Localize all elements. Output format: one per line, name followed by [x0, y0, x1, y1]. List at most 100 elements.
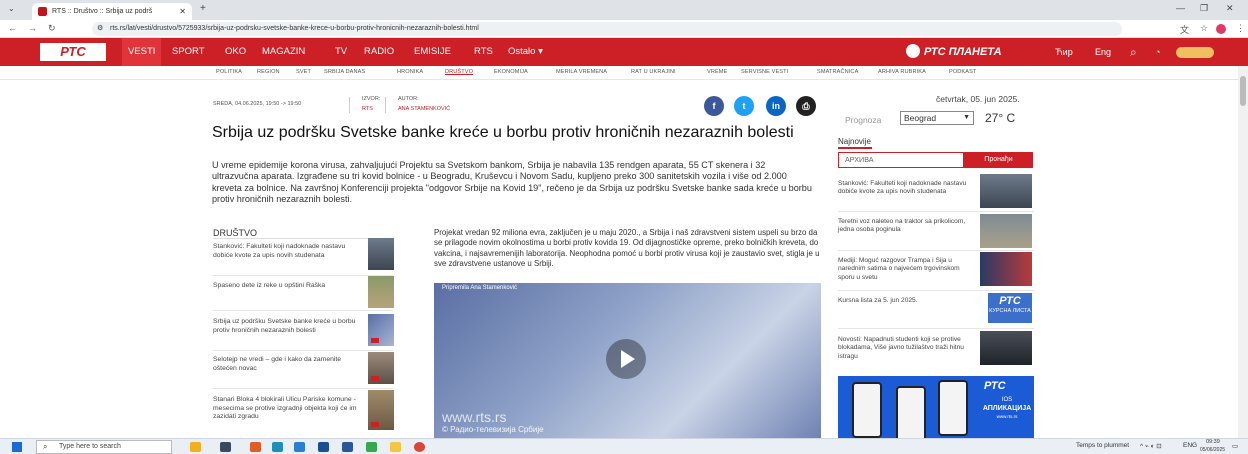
- nav-tv[interactable]: TV: [335, 38, 347, 66]
- new-tab-button[interactable]: +: [200, 3, 206, 14]
- app-icon[interactable]: [366, 442, 377, 452]
- archive-search-button[interactable]: Пронађи: [964, 152, 1033, 168]
- latest-item[interactable]: Teretni voz naleteo na traktor sa prikol…: [838, 218, 976, 235]
- word-icon[interactable]: [342, 442, 353, 452]
- related-thumbnail[interactable]: [368, 390, 394, 430]
- app-icon[interactable]: [318, 442, 329, 452]
- subnav-smatracnica[interactable]: SMATRAČNICA: [817, 69, 858, 75]
- clock-date[interactable]: 05/06/2025: [1200, 447, 1225, 453]
- rts-logo[interactable]: РТС: [40, 43, 106, 61]
- related-thumbnail[interactable]: [368, 352, 394, 384]
- reload-icon[interactable]: ↻: [48, 23, 56, 34]
- video-player[interactable]: Pripremila Ana Stamenković www.rts.rs © …: [434, 283, 821, 439]
- tab-close-icon[interactable]: ✕: [179, 3, 186, 20]
- tab-menu-icon[interactable]: ⌄: [8, 4, 15, 13]
- back-icon[interactable]: ←: [8, 23, 17, 33]
- bookmark-star-icon[interactable]: ☆: [1200, 23, 1208, 34]
- latest-thumbnail[interactable]: [980, 174, 1032, 208]
- clock-time[interactable]: 09:39: [1206, 439, 1220, 445]
- browser-tab[interactable]: RTS :: Društvo :: Srbija uz podrš ✕: [32, 3, 192, 20]
- input-language[interactable]: ENG: [1183, 442, 1197, 449]
- subnav-region[interactable]: REGION: [257, 69, 280, 75]
- rss-icon[interactable]: ◔: [1155, 38, 1160, 66]
- page-scrollbar[interactable]: [1238, 66, 1248, 438]
- browser-menu-icon[interactable]: ⋮: [1236, 23, 1245, 34]
- taskbar-search-input[interactable]: ⌕ Type here to search: [36, 440, 172, 454]
- forward-icon[interactable]: →: [28, 23, 37, 33]
- related-item[interactable]: Spaseno dete iz reke u opštini Raška: [213, 282, 363, 291]
- app-icon[interactable]: [294, 442, 305, 452]
- scrollbar-thumb[interactable]: [1240, 76, 1246, 106]
- play-icon[interactable]: [606, 339, 646, 379]
- url-input[interactable]: ⚙ rts.rs/lat/vesti/drustvo/5725933/srbij…: [92, 22, 1122, 36]
- latest-thumbnail[interactable]: [980, 331, 1032, 365]
- theme-toggle[interactable]: [1176, 47, 1214, 58]
- app-icon[interactable]: [250, 442, 261, 452]
- latest-thumbnail[interactable]: [980, 214, 1032, 248]
- nav-sport[interactable]: SPORT: [172, 38, 205, 66]
- rts-planeta-link[interactable]: РТС ПЛАНЕТА: [906, 44, 1002, 58]
- latest-news-label[interactable]: Najnovije: [838, 137, 871, 146]
- twitter-share-icon[interactable]: t: [734, 96, 754, 116]
- nav-emisije[interactable]: EMISIJE: [414, 38, 451, 66]
- subnav-merila-vremena[interactable]: MERILA VREMENA: [556, 69, 607, 75]
- lang-english[interactable]: Eng: [1095, 38, 1111, 66]
- related-item[interactable]: Stanković: Fakulteti koji nadoknade nast…: [213, 243, 363, 260]
- subnav-svet[interactable]: SVET: [296, 69, 311, 75]
- nav-ostalo[interactable]: Ostalo ▾: [508, 38, 543, 66]
- restore-icon[interactable]: ❐: [1200, 3, 1208, 14]
- rts-app-banner[interactable]: РТС IOS АПЛИКАЦИЈА www.rts.rs: [838, 376, 1034, 438]
- site-info-icon[interactable]: ⚙: [97, 22, 103, 36]
- subnav-ekonomija[interactable]: EKONOMIJA: [494, 69, 528, 75]
- latest-item[interactable]: Mediji: Moguć razgovor Trampa i Sija u n…: [838, 257, 976, 282]
- linkedin-share-icon[interactable]: in: [766, 96, 786, 116]
- start-icon[interactable]: [12, 442, 22, 452]
- subnav-srbija-danas[interactable]: SRBIJA DANAS: [324, 69, 365, 75]
- nav-oko[interactable]: OKO: [225, 38, 246, 66]
- subnav-vreme[interactable]: VREME: [707, 69, 727, 75]
- close-window-icon[interactable]: ✕: [1226, 3, 1234, 14]
- nav-rts[interactable]: RTS: [474, 38, 493, 66]
- profile-icon[interactable]: [1216, 24, 1226, 34]
- edge-icon[interactable]: [272, 442, 283, 452]
- print-icon[interactable]: ⎙: [796, 96, 816, 116]
- widget-icon[interactable]: [190, 442, 201, 452]
- latest-item[interactable]: Kursna lista za 5. jun 2025.: [838, 297, 976, 305]
- subnav-podkast[interactable]: PODKAST: [949, 69, 976, 75]
- chevron-down-icon: ▼: [963, 114, 970, 121]
- archive-search-input[interactable]: АРХИВА: [838, 152, 964, 168]
- related-item[interactable]: Srbija uz podršku Svetske banke kreće u …: [213, 318, 363, 335]
- exchange-rate-badge[interactable]: РТС КУРСНА ЛИСТА: [988, 293, 1032, 323]
- notification-icon[interactable]: ▭: [1232, 442, 1238, 450]
- latest-item[interactable]: Novosti: Napadnuti studenti koji se prot…: [838, 336, 976, 361]
- nav-magazin[interactable]: MAGAZIN: [262, 38, 305, 66]
- related-thumbnail[interactable]: [368, 314, 394, 346]
- subnav-drustvo[interactable]: DRUŠTVO: [445, 69, 473, 75]
- nav-vesti[interactable]: VESTI: [122, 38, 162, 66]
- related-item[interactable]: Selotejp ne vredi – gde i kako da zameni…: [213, 356, 363, 373]
- minimize-icon[interactable]: —: [1176, 3, 1185, 13]
- author-label: AUTOR:: [398, 96, 419, 102]
- nav-radio[interactable]: RADIO: [364, 38, 394, 66]
- subnav-politika[interactable]: POLITIKA: [216, 69, 242, 75]
- system-tray-icons[interactable]: ^ ⌁ ◐ ⊡: [1140, 442, 1162, 450]
- lang-cyrillic[interactable]: Ћир: [1055, 38, 1073, 66]
- task-view-icon[interactable]: [220, 442, 231, 452]
- related-thumbnail[interactable]: [368, 238, 394, 270]
- related-thumbnail[interactable]: [368, 276, 394, 308]
- subnav-hronika[interactable]: HRONIKA: [397, 69, 423, 75]
- latest-thumbnail[interactable]: [980, 252, 1032, 286]
- subnav-servisne-vesti[interactable]: SERVISNE VESTI: [741, 69, 788, 75]
- latest-item[interactable]: Stanković: Fakulteti koji nadoknade nast…: [838, 180, 976, 197]
- related-section-label[interactable]: DRUŠTVO: [213, 228, 257, 238]
- weather-widget[interactable]: Temps to plummet: [1076, 442, 1129, 449]
- facebook-share-icon[interactable]: f: [704, 96, 724, 116]
- subnav-rat-u-ukrajini[interactable]: RAT U UKRAJINI: [631, 69, 676, 75]
- city-select[interactable]: Beograd ▼: [900, 111, 974, 125]
- chrome-icon[interactable]: [414, 442, 425, 452]
- translate-icon[interactable]: 文: [1180, 23, 1189, 36]
- subnav-arhiva-rubrika[interactable]: ARHIVA RUBRIKA: [878, 69, 926, 75]
- folder-icon[interactable]: [390, 442, 401, 452]
- related-item[interactable]: Stanari Bloka 4 blokirali Ulicu Pariske …: [213, 396, 363, 422]
- search-icon[interactable]: ⌕: [1130, 38, 1137, 66]
